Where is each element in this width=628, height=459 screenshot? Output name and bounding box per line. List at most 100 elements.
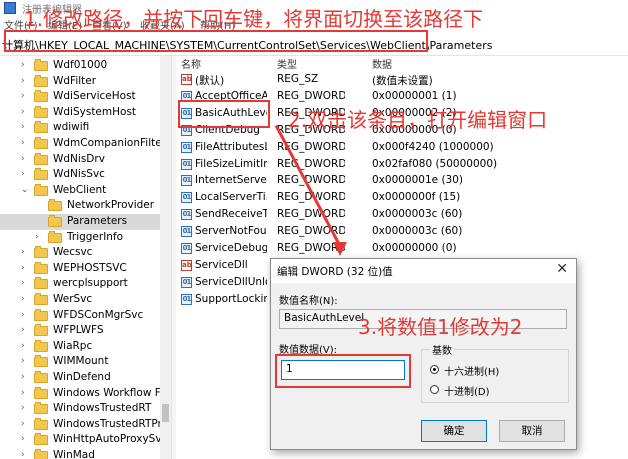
tree-item[interactable]: › WindowsTrustedRTPr <box>0 417 162 433</box>
value-type: REG_DWORD <box>277 157 345 170</box>
value-row[interactable]: 01SendReceiveTi... REG_DWORD 0x0000003c (6… <box>176 206 628 223</box>
chevron-right-icon[interactable]: › <box>21 278 25 288</box>
tree-item[interactable]: › Windows Workflow F <box>0 386 161 402</box>
dialog-body: 数值名称(N): BasicAuthLevel 数值数据(V): 1 基数 十六… <box>271 283 576 449</box>
chevron-right-icon[interactable]: › <box>21 60 25 70</box>
value-row[interactable]: 01LocalServerTi...REG_DWORD0x0000000f (1… <box>176 189 628 206</box>
tree-item[interactable]: › WEPHOSTSVC <box>0 261 160 277</box>
tree-item[interactable]: › WdFilter <box>0 74 160 90</box>
tree-item[interactable]: › WinDefend <box>0 370 160 386</box>
tree-item[interactable]: › WFPLWFS <box>0 323 160 339</box>
value-name: LocalServerTi... <box>195 191 267 204</box>
chevron-right-icon[interactable]: › <box>21 122 25 132</box>
tree-item[interactable]: › WdiServiceHost <box>0 89 160 105</box>
radio-decimal-label[interactable]: 十进制(D) <box>444 383 490 398</box>
chevron-right-icon[interactable]: › <box>21 450 25 459</box>
chevron-right-icon[interactable]: › <box>21 403 25 413</box>
ok-button[interactable]: 确定 <box>421 420 487 442</box>
chevron-right-icon[interactable]: › <box>21 169 25 179</box>
column-header-data[interactable]: 数据 <box>372 56 392 71</box>
tree-scrollbar[interactable] <box>160 56 171 459</box>
chevron-right-icon[interactable]: › <box>21 388 25 398</box>
folder-icon <box>34 371 48 383</box>
tree-item[interactable]: › Wdf01000 <box>0 58 160 74</box>
chevron-right-icon[interactable]: › <box>21 247 25 257</box>
tree-item[interactable]: › WFDSConMgrSvc <box>0 308 160 324</box>
string-value-icon: ab <box>181 259 192 271</box>
tree-item-label: WIMMount <box>53 355 109 368</box>
close-icon[interactable]: ✕ <box>556 261 568 277</box>
chevron-right-icon[interactable]: › <box>21 372 25 382</box>
tree-item[interactable]: › WdmCompanionFilter <box>0 136 166 152</box>
tree-item-label: Wdf01000 <box>53 59 108 71</box>
column-header-name[interactable]: 名称 <box>181 56 201 71</box>
chevron-right-icon[interactable]: › <box>21 154 25 164</box>
chevron-down-icon[interactable]: ⌄ <box>21 185 29 195</box>
tree-item[interactable]: › WdNisDrv <box>0 152 160 168</box>
tree-scrollbar-thumb[interactable] <box>162 404 169 422</box>
tree-item[interactable]: › WinMad <box>0 448 160 459</box>
base-groupbox: 基数 十六进制(H) 十进制(D) <box>421 342 569 403</box>
tree-item-label: WFDSConMgrSvc <box>53 308 144 321</box>
value-row[interactable]: ab (默认) REG_SZ (数值未设置) <box>176 71 628 88</box>
chevron-right-icon[interactable]: › <box>21 107 25 117</box>
tree-item[interactable]: › WdiSystemHost <box>0 105 160 121</box>
folder-icon <box>34 355 48 368</box>
chevron-right-icon[interactable]: › <box>21 419 25 429</box>
tree-item[interactable]: › wercplsupport <box>0 276 160 292</box>
binary-value-icon: 01 <box>181 192 192 204</box>
chevron-right-icon[interactable]: › <box>21 356 25 366</box>
chevron-right-icon[interactable]: › <box>21 91 25 101</box>
tree-item[interactable]: Parameters <box>0 214 160 230</box>
tree-item[interactable]: › WindowsTrustedRT <box>0 401 160 417</box>
chevron-right-icon[interactable]: › <box>21 341 25 351</box>
tree-item-label: WinHttpAutoProxySvc <box>53 433 168 446</box>
folder-icon <box>34 105 48 118</box>
arrow-head-icon <box>333 242 347 256</box>
tree-item-label: WEPHOSTSVC <box>53 261 127 274</box>
chevron-right-icon[interactable]: › <box>21 76 25 86</box>
chevron-right-icon[interactable]: › <box>21 434 25 444</box>
radio-hex[interactable] <box>430 365 439 374</box>
folder-icon <box>34 90 48 103</box>
tree-item[interactable]: › WinHttpAutoProxySvc <box>0 432 167 448</box>
tree-item-label: WebClient <box>53 183 107 196</box>
column-header-type[interactable]: 类型 <box>277 56 297 71</box>
chevron-right-icon[interactable]: › <box>21 310 25 320</box>
tree-item[interactable]: › WIMMount <box>0 354 160 370</box>
folder-icon <box>34 246 48 259</box>
value-type: REG_DWORD <box>277 174 345 187</box>
chevron-right-icon[interactable]: › <box>21 325 25 335</box>
value-name: (默认) <box>195 75 225 87</box>
value-row[interactable]: 01FileSizeLimitIn... REG_DWORD 0x02faf080 … <box>176 156 628 173</box>
radio-hex-label[interactable]: 十六进制(H) <box>444 363 499 378</box>
folder-icon <box>34 324 48 337</box>
tree-item[interactable]: › TriggerInfo <box>0 230 160 246</box>
tree-item[interactable]: NetworkProvider <box>0 198 160 214</box>
value-row[interactable]: 01ServerNotFoun...REG_DWORD0x0000003c (6… <box>176 223 628 240</box>
value-name: FileSizeLimitIn... <box>195 157 267 170</box>
value-name: ServiceDebug <box>195 242 267 254</box>
tree-item[interactable]: ⌄ WebClient <box>0 183 160 199</box>
tree-item[interactable]: › WerSvc <box>0 292 160 308</box>
edit-dword-dialog: 编辑 DWORD (32 位)值 ✕ 数值名称(N): BasicAuthLev… <box>270 258 577 450</box>
value-row[interactable]: 01FileAttributesLi...REG_DWORD0x000f4240… <box>176 139 628 156</box>
tree-item[interactable]: › Wecsvc <box>0 245 160 261</box>
annotation-step1: 1.修改路径，并按下回车键，将界面切换至该路径下 <box>24 7 484 31</box>
binary-value-icon: 01 <box>181 226 192 238</box>
chevron-right-icon[interactable]: › <box>35 232 39 242</box>
value-name: SendReceiveTi... <box>195 208 267 221</box>
tree-item[interactable]: › WiaRpc <box>0 339 160 355</box>
tree-item-label: Parameters <box>67 215 128 227</box>
chevron-right-icon[interactable]: › <box>21 263 25 273</box>
tree-item[interactable]: › wdiwifi <box>0 120 160 136</box>
cancel-button[interactable]: 取消 <box>499 420 565 442</box>
value-row[interactable]: 01InternetServer... REG_DWORD 0x0000001e (… <box>176 172 628 189</box>
radio-decimal[interactable] <box>430 385 439 394</box>
folder-icon <box>34 417 48 430</box>
chevron-right-icon[interactable]: › <box>21 294 25 304</box>
tree-item-label: WdiServiceHost <box>53 90 136 103</box>
chevron-right-icon[interactable]: › <box>21 138 25 148</box>
value-row[interactable]: 01 ServiceDebug REG_DWORD 0x00000000 (0) <box>176 240 628 257</box>
tree-item[interactable]: › WdNisSvc <box>0 167 160 183</box>
